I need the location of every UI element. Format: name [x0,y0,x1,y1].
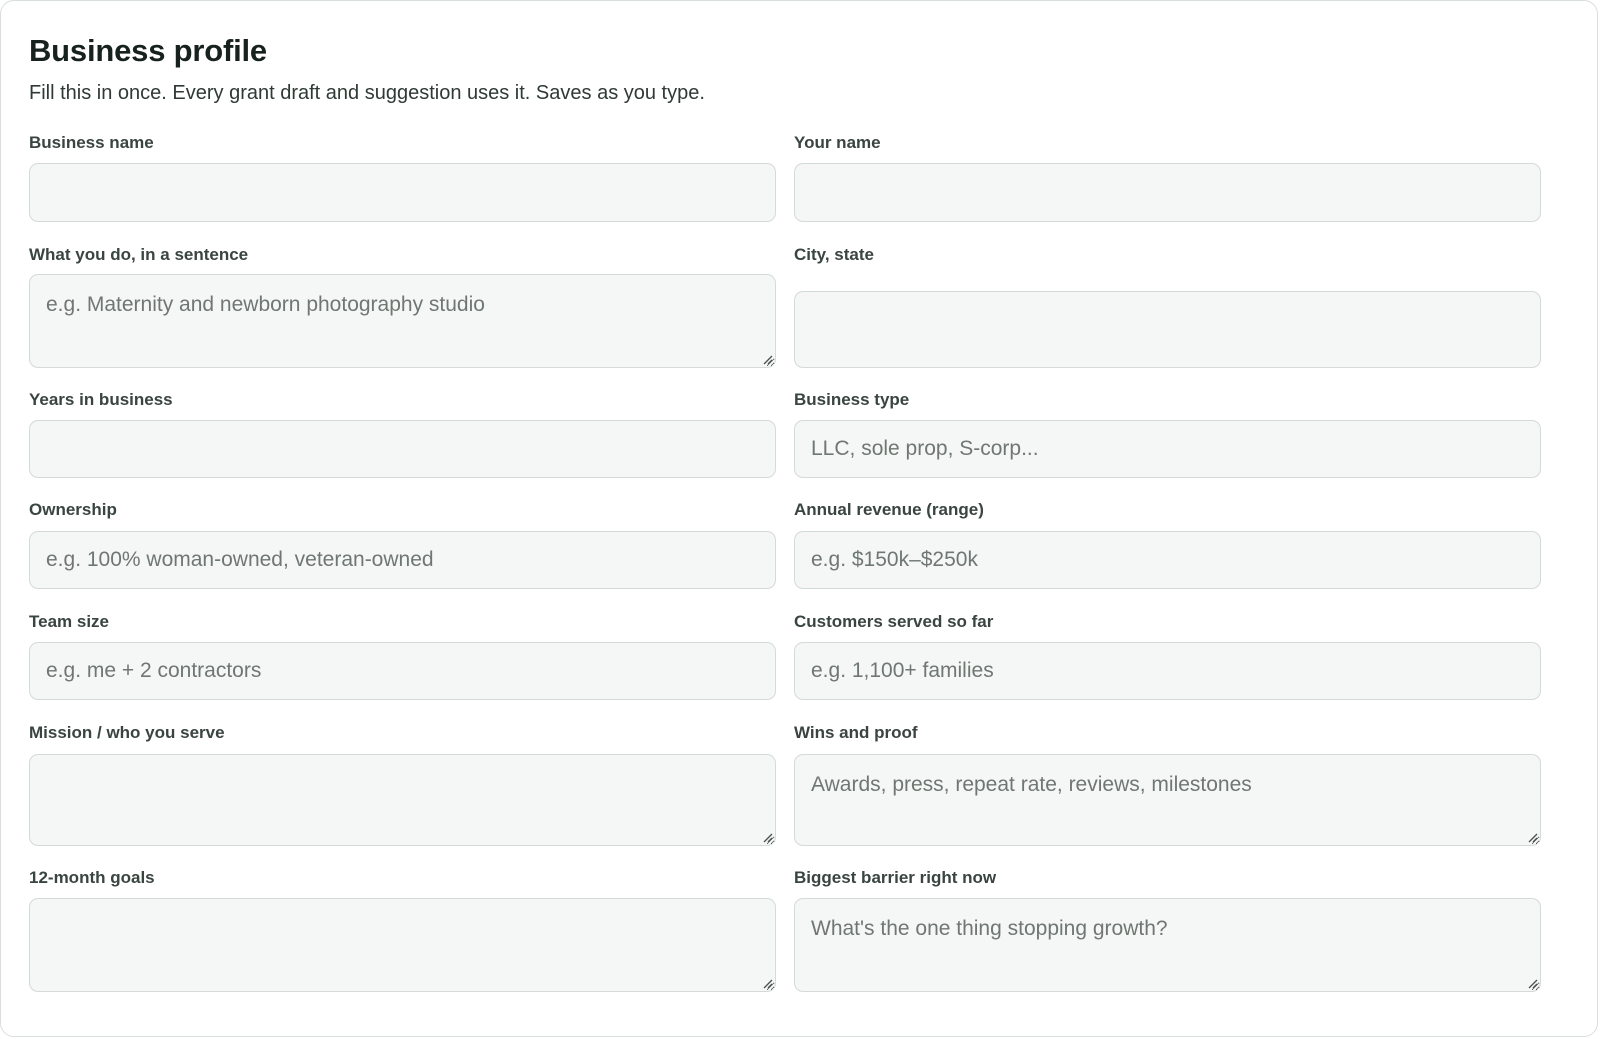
customers-served-label: Customers served so far [794,612,994,631]
ownership-input[interactable] [29,531,776,589]
your-name-input[interactable] [794,163,1541,222]
goals-12mo-textarea[interactable] [29,898,776,992]
wins-proof-textarea[interactable] [794,754,1541,846]
city-state-label: City, state [794,245,874,264]
customers-served-input[interactable] [794,642,1541,700]
business-type-label: Business type [794,390,910,409]
goals-12mo-label: 12-month goals [29,868,155,887]
page-title: Business profile [29,33,267,68]
team-size-input[interactable] [29,642,776,700]
years-in-business-label: Years in business [29,390,173,409]
what-you-do-textarea[interactable] [29,274,776,368]
years-in-business-input[interactable] [29,420,776,478]
what-you-do-label: What you do, in a sentence [29,245,249,264]
page-subtitle: Fill this in once. Every grant draft and… [29,82,705,104]
annual-revenue-label: Annual revenue (range) [794,500,984,519]
city-state-input[interactable] [794,291,1541,368]
wins-proof-label: Wins and proof [794,723,918,742]
team-size-label: Team size [29,612,110,631]
business-name-label: Business name [29,133,154,152]
mission-label: Mission / who you serve [29,723,225,742]
your-name-label: Your name [794,133,881,152]
annual-revenue-input[interactable] [794,531,1541,589]
business-profile-card: Business profile Fill this in once. Ever… [0,0,1598,1037]
biggest-barrier-label: Biggest barrier right now [794,868,997,887]
ownership-label: Ownership [29,500,117,519]
business-type-input[interactable] [794,420,1541,478]
biggest-barrier-textarea[interactable] [794,898,1541,992]
mission-textarea[interactable] [29,754,776,846]
business-name-input[interactable] [29,163,776,222]
